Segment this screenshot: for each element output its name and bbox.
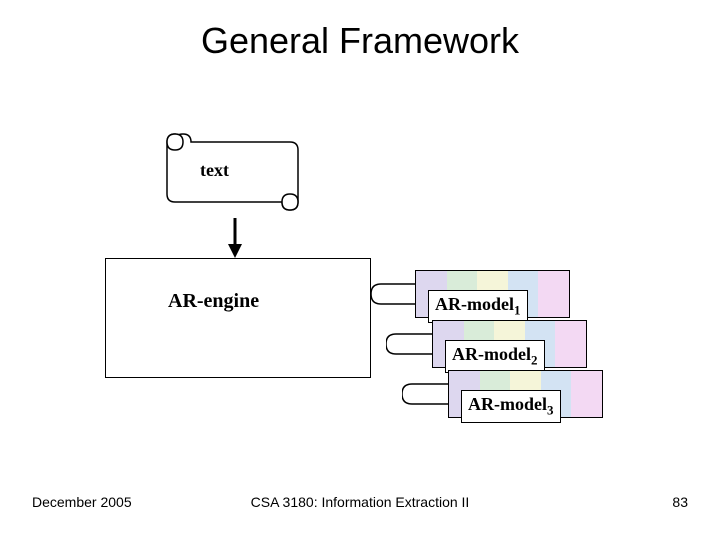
ar-engine-label: AR-engine: [168, 290, 259, 313]
text-scroll-shape: [165, 130, 305, 215]
ar-engine-box: [105, 258, 371, 378]
footer-page-number: 83: [672, 494, 688, 510]
arrow-text-to-engine: [225, 218, 245, 260]
ar-model-2-label: AR-model2: [445, 340, 545, 373]
ar-model-3-label: AR-model3: [461, 390, 561, 423]
footer-course: CSA 3180: Information Extraction II: [0, 494, 720, 510]
slide-title: General Framework: [0, 20, 720, 62]
scroll-label: text: [200, 160, 229, 181]
ar-model-1-label: AR-model1: [428, 290, 528, 323]
